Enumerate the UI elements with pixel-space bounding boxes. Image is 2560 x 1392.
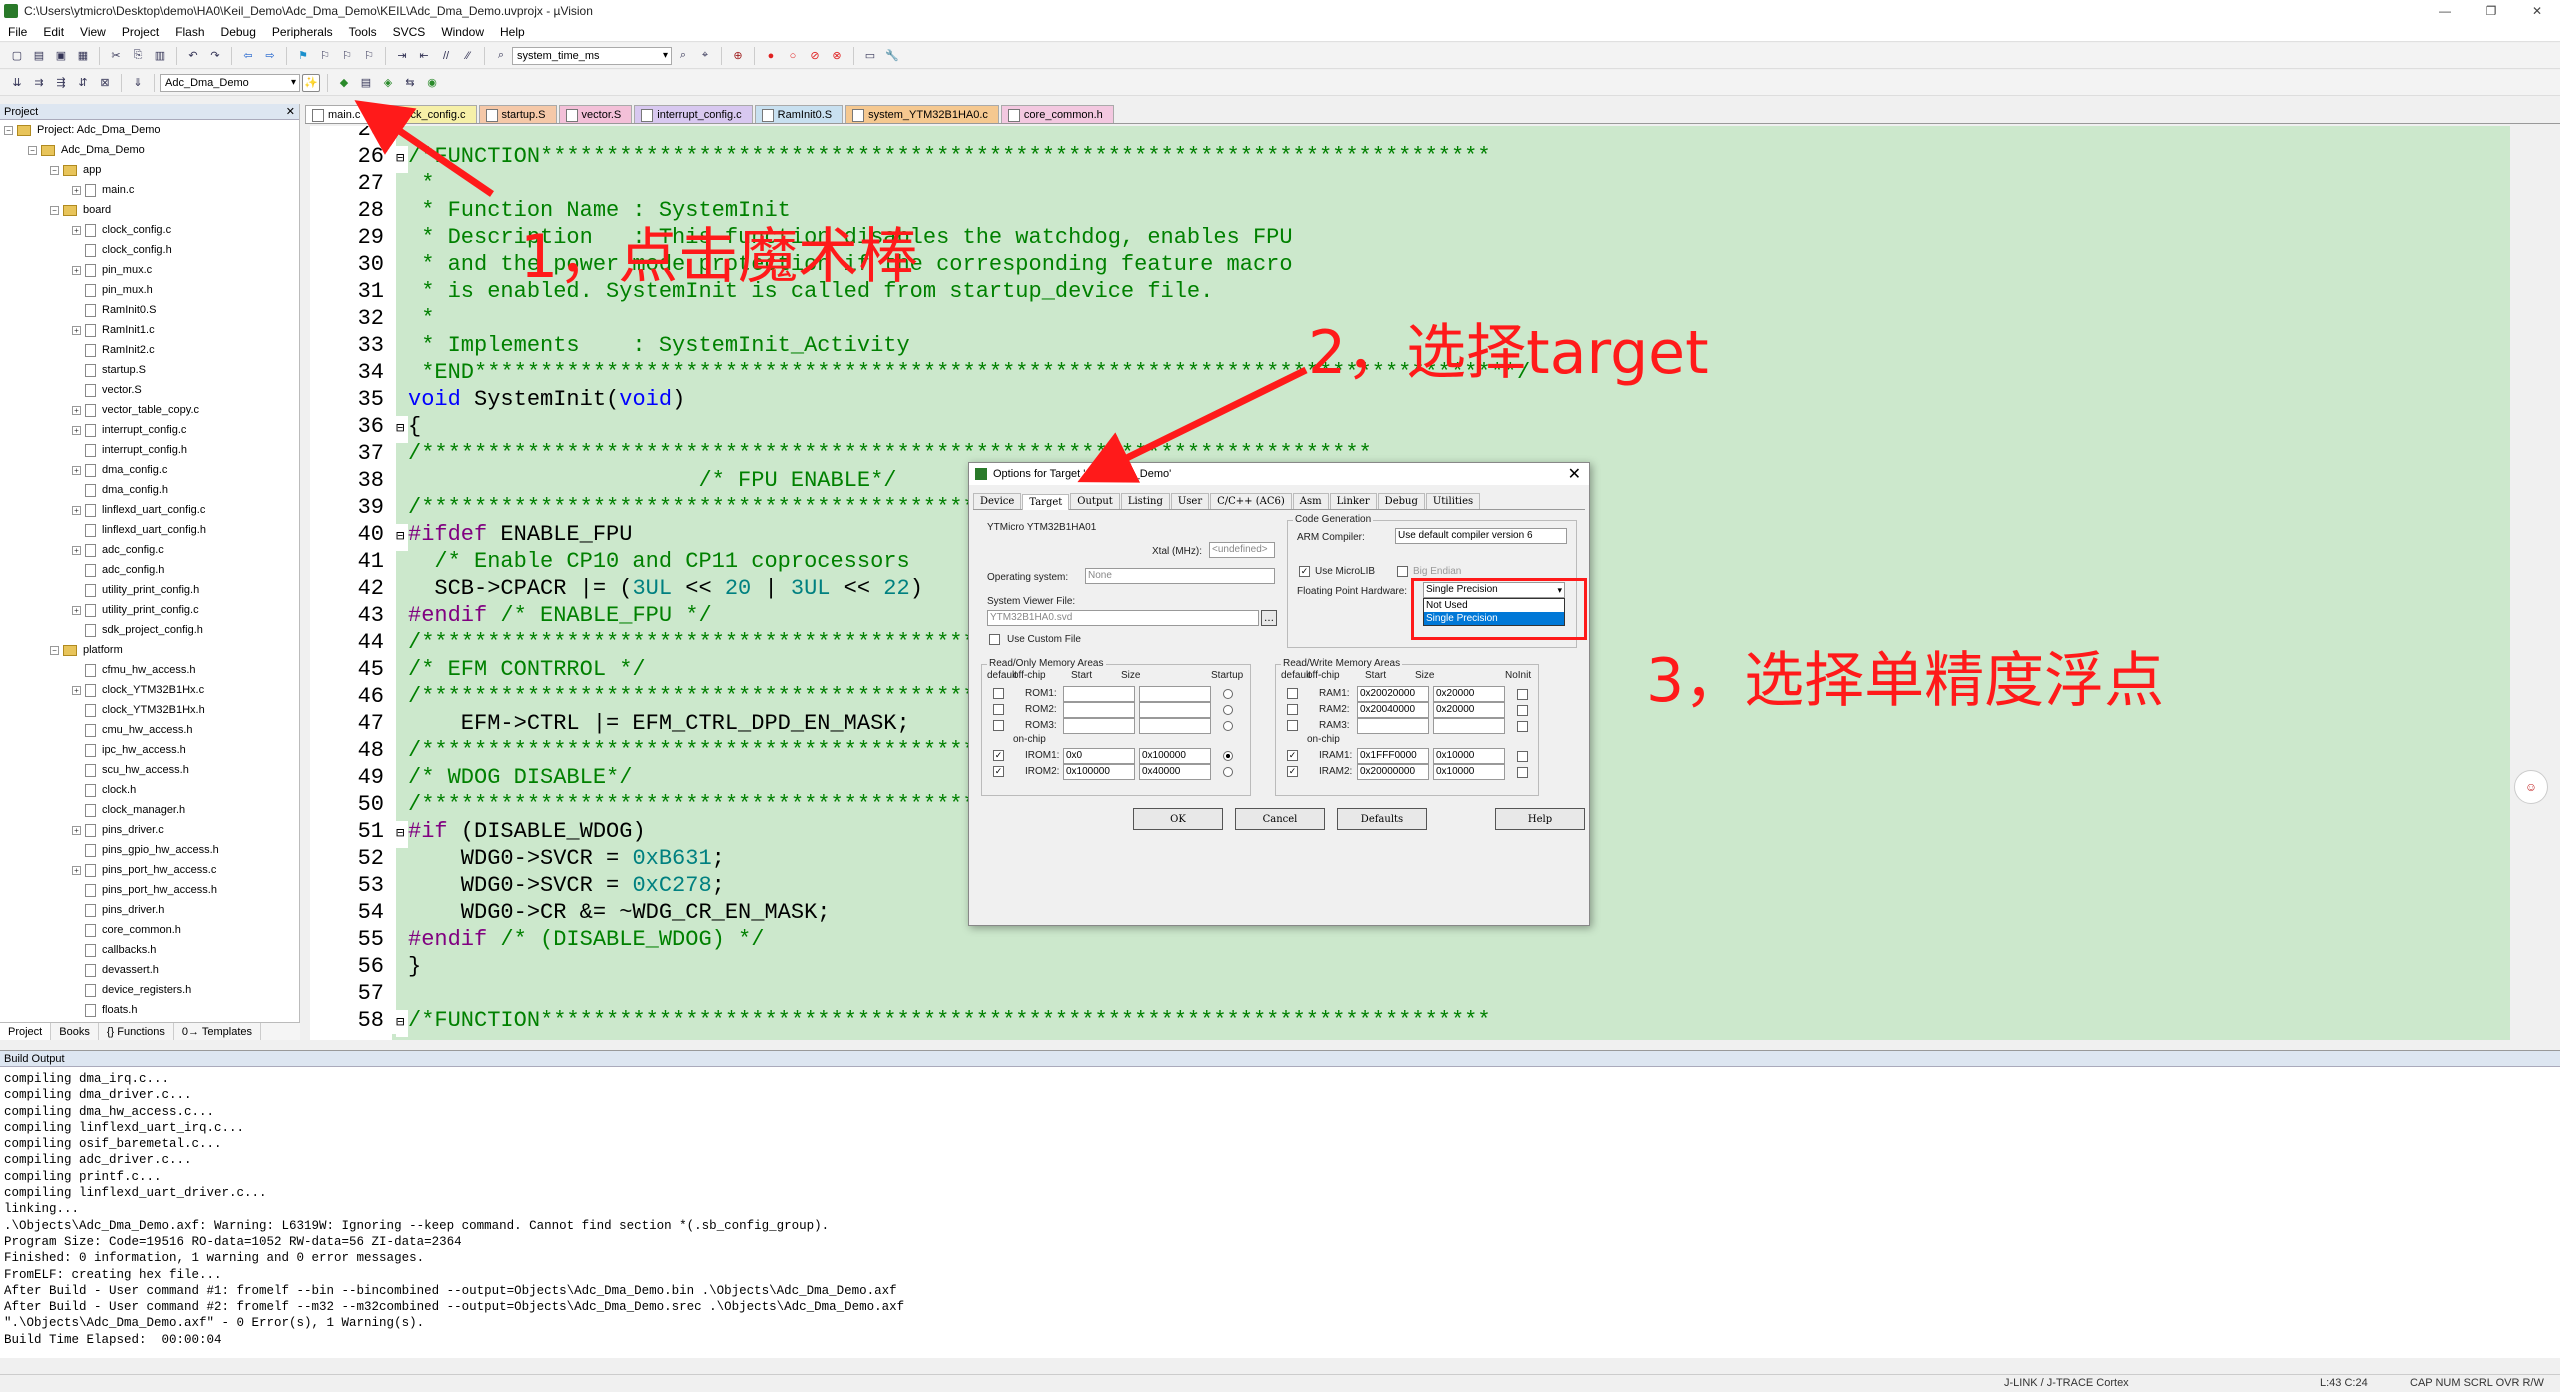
arrow-to-target-tab — [1077, 366, 1308, 483]
assistant-avatar-icon[interactable]: ☺ — [2514, 770, 2548, 804]
arrow-to-magic-wand — [354, 100, 494, 197]
annotation-arrows — [354, 100, 1308, 483]
